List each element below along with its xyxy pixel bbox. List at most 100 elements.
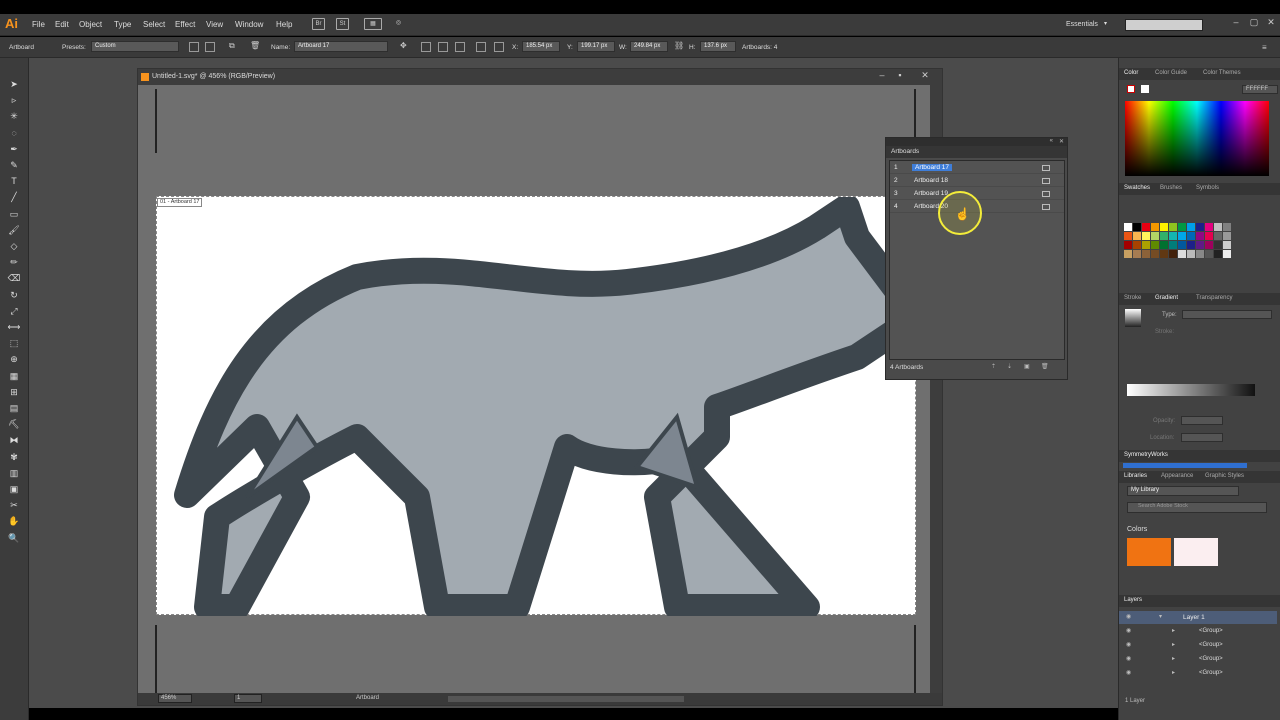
swatch-chip[interactable] xyxy=(1214,232,1222,240)
artboard-navigation-input[interactable]: 1 xyxy=(234,694,262,703)
wolf-body[interactable] xyxy=(174,197,917,616)
swatch-chip[interactable] xyxy=(1223,223,1231,231)
tab-appearance[interactable]: Appearance xyxy=(1161,473,1193,479)
layer-group-row[interactable]: ◉ ▸ <Group> xyxy=(1119,667,1277,681)
menu-edit[interactable]: Edit xyxy=(55,20,69,29)
white-swatch[interactable] xyxy=(1141,85,1149,93)
swatch-chip[interactable] xyxy=(1151,223,1159,231)
swatch-chip[interactable] xyxy=(1196,250,1204,258)
swatch-chip[interactable] xyxy=(1178,250,1186,258)
swatch-chip[interactable] xyxy=(1160,241,1168,249)
swatch-chip[interactable] xyxy=(1160,250,1168,258)
doc-maximize-icon[interactable]: ▪ xyxy=(892,70,908,84)
row-name[interactable]: Artboard 18 xyxy=(914,177,948,184)
eye-icon[interactable]: ◉ xyxy=(1126,655,1131,662)
panel-close-icon[interactable]: ✕ xyxy=(1059,138,1064,145)
w-input[interactable]: 249.84 px xyxy=(630,41,668,52)
swatch-chip[interactable] xyxy=(1124,223,1132,231)
layer-group-row[interactable]: ◉ ▸ <Group> xyxy=(1119,639,1277,653)
swatch-chip[interactable] xyxy=(1187,232,1195,240)
row-name[interactable]: Artboard 17 xyxy=(912,164,952,171)
doc-minimize-icon[interactable]: – xyxy=(874,70,890,84)
curvature-tool-icon[interactable]: ✎ xyxy=(7,159,21,171)
swatch-chip[interactable] xyxy=(1133,250,1141,258)
swatch-chip[interactable] xyxy=(1223,250,1231,258)
shaper-tool-icon[interactable]: ◇ xyxy=(7,240,21,252)
tab-color-guide[interactable]: Color Guide xyxy=(1155,70,1187,76)
panel-grip[interactable]: « ✕ xyxy=(886,138,1067,146)
opacity-input[interactable] xyxy=(1181,416,1223,425)
doc-close-icon[interactable]: ✕ xyxy=(917,70,933,84)
tab-layers[interactable]: Layers xyxy=(1124,597,1142,603)
layer-group-row[interactable]: ◉ ▸ <Group> xyxy=(1119,653,1277,667)
swatch-chip[interactable] xyxy=(1169,241,1177,249)
swatch-chip[interactable] xyxy=(1151,232,1159,240)
delete-artboard-icon[interactable]: 🗑 xyxy=(250,42,260,52)
workspace-chevron-icon[interactable]: ▾ xyxy=(1104,20,1107,27)
new-artboard-icon[interactable]: ⧉ xyxy=(229,42,239,52)
swatch-chip[interactable] xyxy=(1205,232,1213,240)
eye-icon[interactable]: ◉ xyxy=(1126,641,1131,648)
tab-color-themes[interactable]: Color Themes xyxy=(1203,70,1241,76)
type-tool-icon[interactable]: T xyxy=(7,175,21,187)
stock-icon[interactable]: St xyxy=(336,18,349,30)
menu-object[interactable]: Object xyxy=(79,20,102,29)
chevron-down-icon[interactable]: ▾ xyxy=(1159,613,1162,620)
swatch-chip[interactable] xyxy=(1142,223,1150,231)
swatch-chip[interactable] xyxy=(1142,232,1150,240)
swatch-chip[interactable] xyxy=(1169,250,1177,258)
menu-effect[interactable]: Effect xyxy=(175,20,195,29)
delete-artboard-icon[interactable]: 🗑 xyxy=(1041,363,1049,370)
stock-search-input[interactable]: Search Adobe Stock xyxy=(1127,502,1267,513)
color-spectrum[interactable] xyxy=(1125,101,1269,176)
rotate-tool-icon[interactable]: ↻ xyxy=(7,289,21,301)
tab-gradient[interactable]: Gradient xyxy=(1155,295,1178,301)
arrange-documents-icon[interactable]: ▦ xyxy=(364,18,382,30)
gradient-slider[interactable] xyxy=(1127,384,1255,396)
none-swatch[interactable] xyxy=(1127,85,1135,93)
artboard-tool-icon[interactable]: ▣ xyxy=(7,483,21,495)
artboard-options-icon[interactable] xyxy=(1042,204,1050,210)
reference-point-icon[interactable] xyxy=(494,42,504,52)
zoom-select[interactable]: 456% xyxy=(158,694,192,703)
layer-name[interactable]: Layer 1 xyxy=(1183,614,1205,621)
menu-select[interactable]: Select xyxy=(143,20,165,29)
tab-stroke[interactable]: Stroke xyxy=(1124,295,1141,301)
swatch-chip[interactable] xyxy=(1142,250,1150,258)
artboard-row-2[interactable]: 2 Artboard 18 xyxy=(890,175,1064,187)
menu-view[interactable]: View xyxy=(206,20,223,29)
direct-selection-tool-icon[interactable]: ▹ xyxy=(7,94,21,106)
chevron-right-icon[interactable]: ▸ xyxy=(1172,669,1175,676)
bridge-icon[interactable]: Br xyxy=(312,18,325,30)
swatch-chip[interactable] xyxy=(1205,241,1213,249)
show-cross-hairs-icon[interactable] xyxy=(438,42,448,52)
document-tab[interactable]: Untitled-1.svg* @ 456% (RGB/Preview) – ▪… xyxy=(138,69,942,85)
artboard-options-icon[interactable] xyxy=(1042,191,1050,197)
eyedropper-tool-icon[interactable]: ⛏ xyxy=(7,418,21,430)
tab-libraries[interactable]: Libraries xyxy=(1124,473,1147,479)
artboard-options-icon[interactable] xyxy=(476,42,486,52)
selection-tool-icon[interactable]: ➤ xyxy=(7,78,21,90)
swatch-chip[interactable] xyxy=(1124,250,1132,258)
artboard-row-1[interactable]: 1 Artboard 17 xyxy=(890,162,1064,174)
swatch-chip[interactable] xyxy=(1178,241,1186,249)
magic-wand-tool-icon[interactable]: ✳ xyxy=(7,110,21,122)
menu-window[interactable]: Window xyxy=(235,20,263,29)
menu-type[interactable]: Type xyxy=(114,20,131,29)
artboard-name-input[interactable]: Artboard 17 xyxy=(294,41,388,52)
artboards-panel-title[interactable]: Artboards xyxy=(886,146,1067,158)
swatch-chip[interactable] xyxy=(1214,241,1222,249)
paintbrush-tool-icon[interactable]: 🖌 xyxy=(7,224,21,236)
group-name[interactable]: <Group> xyxy=(1199,656,1223,662)
swatch-chip[interactable] xyxy=(1214,223,1222,231)
eye-icon[interactable]: ◉ xyxy=(1126,627,1131,634)
pen-tool-icon[interactable]: ✒ xyxy=(7,143,21,155)
gpu-performance-icon[interactable]: ◎ xyxy=(392,18,405,30)
tab-graphic-styles[interactable]: Graphic Styles xyxy=(1205,473,1244,479)
move-artwork-icon[interactable]: ✥ xyxy=(400,42,410,52)
zoom-tool-icon[interactable]: 🔍 xyxy=(7,532,21,544)
swatch-chip[interactable] xyxy=(1223,232,1231,240)
wolf-illustration[interactable] xyxy=(157,197,917,616)
minimize-icon[interactable]: – xyxy=(1228,17,1244,31)
show-center-mark-icon[interactable] xyxy=(421,42,431,52)
